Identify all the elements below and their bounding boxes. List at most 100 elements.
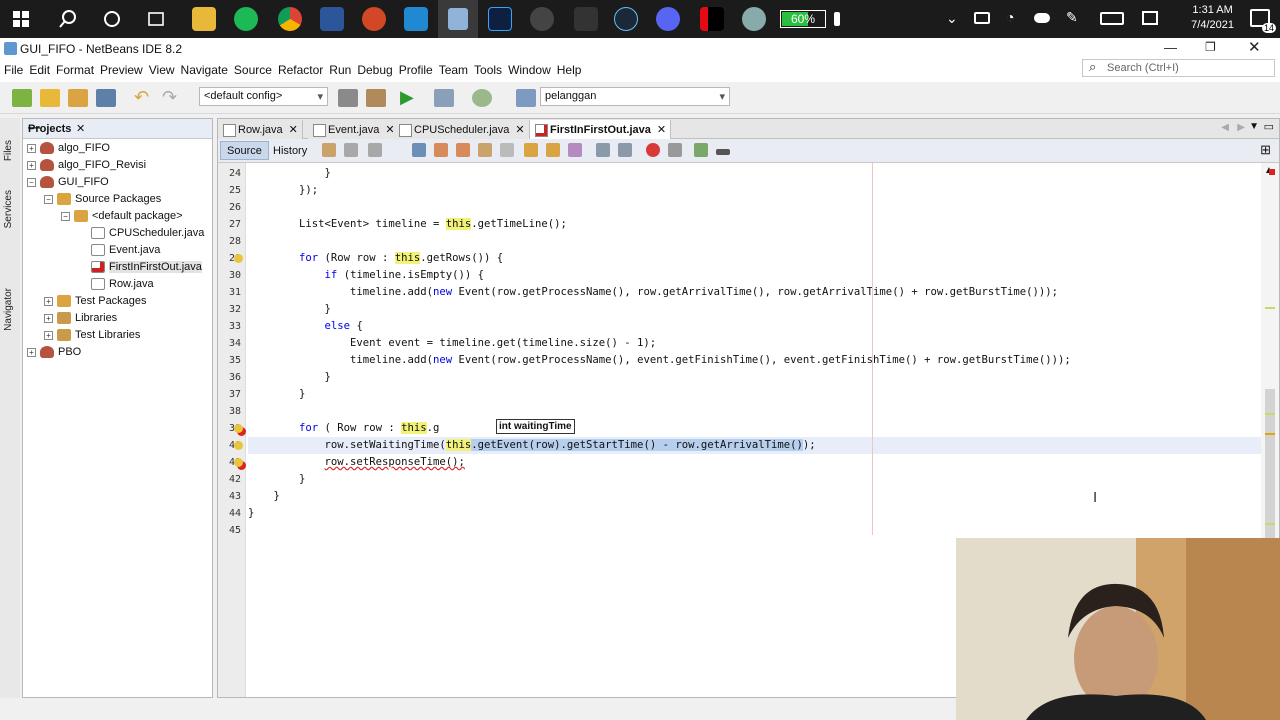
close-tab-icon[interactable]: ✕: [289, 124, 298, 136]
word-icon[interactable]: [320, 7, 344, 31]
expand-toggle-icon[interactable]: −: [27, 177, 36, 187]
close-icon[interactable]: ✕: [1248, 38, 1261, 56]
find-icon[interactable]: [412, 143, 426, 157]
netflix-icon[interactable]: [700, 7, 724, 31]
menu-tools[interactable]: Tools: [474, 60, 502, 77]
last-edit-icon[interactable]: [322, 143, 336, 157]
files-tab[interactable]: Files: [3, 140, 14, 161]
shift-right-icon[interactable]: [618, 143, 632, 157]
open-project-icon[interactable]: [68, 89, 88, 107]
expand-toggle-icon[interactable]: −: [44, 194, 53, 204]
stop-macro-icon[interactable]: [668, 143, 682, 157]
undo-icon[interactable]: ↶: [134, 88, 154, 107]
menu-debug[interactable]: Debug: [357, 60, 392, 77]
shift-left-icon[interactable]: [596, 143, 610, 157]
annotation-mark[interactable]: [1265, 307, 1275, 309]
menu-navigate[interactable]: Navigate: [181, 60, 228, 77]
cortana-icon[interactable]: [100, 7, 124, 31]
code-line[interactable]: }: [248, 386, 1261, 403]
code-line[interactable]: [248, 199, 1261, 216]
code-line[interactable]: }: [248, 471, 1261, 488]
tree-item[interactable]: CPUScheduler.java: [78, 227, 204, 244]
minimize-panel-icon[interactable]: —: [28, 120, 206, 134]
redo-icon[interactable]: ↷: [162, 88, 182, 107]
tree-item[interactable]: + Test Libraries: [44, 329, 140, 346]
wifi-icon[interactable]: ◔: [1006, 9, 1014, 25]
photoshop-icon[interactable]: [488, 7, 512, 31]
code-line[interactable]: [248, 522, 1261, 539]
menu-preview[interactable]: Preview: [100, 60, 143, 77]
code-line[interactable]: row.setResponseTime();: [248, 454, 1261, 471]
uncomment-icon[interactable]: [716, 149, 730, 155]
browser-icon[interactable]: [516, 89, 536, 107]
code-line[interactable]: for ( Row row : this.g: [248, 420, 1261, 437]
services-tab[interactable]: Services: [3, 190, 14, 228]
expand-toggle-icon[interactable]: +: [44, 313, 53, 323]
hint-bulb-icon[interactable]: [234, 441, 243, 450]
config-select[interactable]: <default config>: [199, 87, 328, 106]
code-line[interactable]: });: [248, 182, 1261, 199]
task-view-icon[interactable]: [144, 7, 168, 31]
hint-bulb-icon[interactable]: [234, 458, 243, 467]
chrome-icon[interactable]: [278, 7, 302, 31]
tree-item[interactable]: − Source Packages: [44, 193, 161, 210]
save-all-icon[interactable]: [96, 89, 116, 107]
back-icon[interactable]: [344, 143, 358, 157]
code-line[interactable]: else {: [248, 318, 1261, 335]
menu-edit[interactable]: Edit: [29, 60, 50, 77]
code-line[interactable]: }: [248, 165, 1261, 182]
run-icon[interactable]: ▶: [400, 88, 420, 107]
tree-item[interactable]: + algo_FIFO: [27, 142, 110, 159]
code-line[interactable]: timeline.add(new Event(row.getProcessNam…: [248, 352, 1261, 369]
code-line[interactable]: }: [248, 369, 1261, 386]
error-stripe-icon[interactable]: [1269, 169, 1275, 175]
find-next-icon[interactable]: [456, 143, 470, 157]
annotation-mark[interactable]: [1265, 433, 1275, 435]
hint-bulb-icon[interactable]: [234, 254, 243, 263]
system-clock[interactable]: 1:31 AM 7/4/2021: [1191, 3, 1234, 33]
expand-toggle-icon[interactable]: −: [61, 211, 70, 221]
toggle-rect-selection-icon[interactable]: [500, 143, 514, 157]
scroll-tabs-left-icon[interactable]: ◀: [1221, 122, 1229, 133]
editor-tab[interactable]: FirstInFirstOut.java ✕: [530, 120, 672, 139]
start-macro-icon[interactable]: [646, 143, 660, 157]
onedrive-icon[interactable]: [1034, 13, 1050, 23]
tab-list-icon[interactable]: ▼: [1249, 121, 1259, 132]
code-line[interactable]: List<Event> timeline = this.getTimeLine(…: [248, 216, 1261, 233]
debug-icon[interactable]: [434, 89, 454, 107]
code-line[interactable]: }: [248, 505, 1261, 522]
code-line[interactable]: [248, 233, 1261, 250]
annotation-mark[interactable]: [1265, 523, 1275, 525]
utility-app-icon[interactable]: [742, 7, 766, 31]
spotify-icon[interactable]: [234, 7, 258, 31]
virtualbox-icon[interactable]: [438, 0, 478, 38]
menu-file[interactable]: File: [4, 60, 23, 77]
find-previous-icon[interactable]: [434, 143, 448, 157]
toggle-bookmark-icon[interactable]: [568, 143, 582, 157]
project-select[interactable]: pelanggan: [540, 87, 730, 106]
code-line[interactable]: }: [248, 301, 1261, 318]
scroll-tabs-right-icon[interactable]: ▶: [1237, 122, 1245, 133]
code-line[interactable]: row.setWaitingTime(this.getEvent(row).ge…: [248, 437, 1261, 454]
display-icon[interactable]: [1142, 11, 1158, 25]
tree-item[interactable]: Row.java: [78, 278, 154, 295]
projects-tab[interactable]: Projects ✕ —: [23, 119, 212, 139]
file-explorer-icon[interactable]: [192, 7, 216, 31]
editor-tab[interactable]: Event.java ✕: [308, 120, 400, 139]
discord-icon[interactable]: [656, 7, 680, 31]
windows-start-icon[interactable]: [13, 11, 29, 27]
tree-item[interactable]: FirstInFirstOut.java: [78, 261, 202, 278]
tree-item[interactable]: + PBO: [27, 346, 81, 363]
epic-games-icon[interactable]: [574, 7, 598, 31]
code-line[interactable]: timeline.add(new Event(row.getProcessNam…: [248, 284, 1261, 301]
history-view-button[interactable]: History: [266, 141, 314, 160]
vscode-icon[interactable]: [404, 7, 428, 31]
obs-icon[interactable]: [530, 7, 554, 31]
scrollbar-thumb[interactable]: [1265, 389, 1275, 539]
tree-item[interactable]: + algo_FIFO_Revisi: [27, 159, 146, 176]
toggle-highlight-icon[interactable]: [478, 143, 492, 157]
hint-bulb-icon[interactable]: [234, 424, 243, 433]
menu-format[interactable]: Format: [56, 60, 94, 77]
menu-window[interactable]: Window: [508, 60, 551, 77]
new-project-icon[interactable]: [40, 89, 60, 107]
